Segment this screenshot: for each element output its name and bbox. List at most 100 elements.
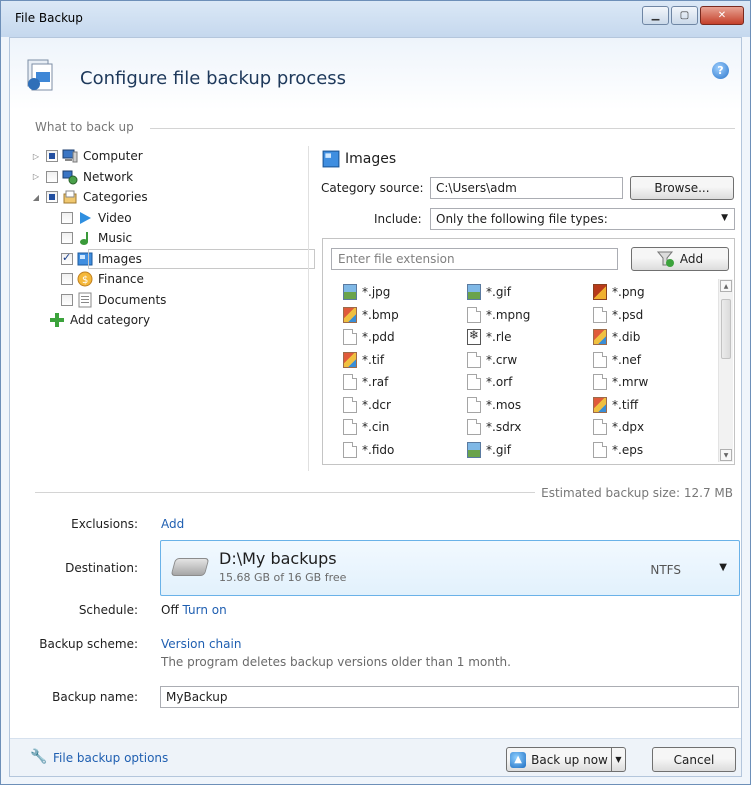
file-type-label: *.bmp: [362, 307, 399, 322]
expand-arrow-icon[interactable]: ▷: [30, 172, 42, 181]
file-type-label: *.raf: [362, 375, 389, 389]
category-source-field[interactable]: C:\Users\adm: [430, 177, 623, 199]
scrollbar-thumb[interactable]: [721, 299, 731, 359]
file-type-item[interactable]: *.orf: [467, 373, 512, 391]
file-type-icon: [467, 328, 481, 345]
category-title: Images: [322, 150, 396, 168]
file-types-panel: Enter file extension Add *.jpg *.gif *.png…: [322, 238, 735, 465]
checkbox-network[interactable]: [46, 170, 58, 183]
file-type-icon: [467, 351, 481, 368]
scroll-up-icon[interactable]: ▲: [720, 280, 732, 292]
file-type-item[interactable]: *.dpx: [593, 418, 644, 436]
file-type-item[interactable]: *.mrw: [593, 373, 648, 391]
file-type-item[interactable]: *.eps: [593, 441, 643, 459]
tree-item-music[interactable]: Music: [30, 228, 315, 249]
window-title: File Backup: [15, 11, 83, 25]
destination-selector[interactable]: D:\My backups 15.68 GB of 16 GB free NTF…: [160, 540, 740, 596]
file-backup-window: File Backup ▁ ▢ ✕ Configure file backup …: [0, 0, 751, 785]
file-type-icon: [467, 441, 481, 458]
backup-name-field[interactable]: MyBackup: [160, 686, 739, 708]
file-type-item[interactable]: *.tiff: [593, 396, 638, 414]
file-type-item[interactable]: *.crw: [467, 351, 517, 369]
scroll-down-icon[interactable]: ▼: [720, 449, 732, 461]
include-dropdown[interactable]: Only the following file types: ▼: [430, 208, 735, 230]
images-icon: [322, 150, 340, 168]
schedule-status: Off Turn on: [161, 603, 227, 617]
file-type-label: *.png: [612, 285, 645, 299]
file-type-item[interactable]: *.rle: [467, 328, 511, 346]
file-type-item[interactable]: *.gif: [467, 441, 511, 459]
checkbox-images[interactable]: [61, 251, 73, 265]
schedule-turn-on-link[interactable]: Turn on: [183, 603, 227, 617]
file-extension-input[interactable]: Enter file extension: [331, 248, 618, 270]
tree-item-network[interactable]: ▷ Network: [30, 167, 315, 188]
file-type-item[interactable]: *.jpg: [343, 283, 390, 301]
categories-icon: [63, 190, 77, 204]
file-type-item[interactable]: *.mpng: [467, 306, 530, 324]
file-type-item[interactable]: *.sdrx: [467, 418, 521, 436]
checkbox-video[interactable]: [61, 211, 73, 224]
schedule-label: Schedule:: [78, 603, 138, 617]
maximize-button[interactable]: ▢: [671, 6, 698, 25]
file-type-item[interactable]: *.png: [593, 283, 645, 301]
back-up-now-dropdown[interactable]: ▼: [611, 747, 626, 772]
file-type-icon: [593, 329, 607, 345]
checkbox-music[interactable]: [61, 232, 73, 245]
file-type-item[interactable]: *.dcr: [343, 396, 391, 414]
file-type-item[interactable]: *.dib: [593, 328, 640, 346]
file-type-label: *.tif: [362, 352, 385, 367]
file-type-icon: [593, 441, 607, 458]
checkbox-finance[interactable]: [61, 273, 73, 286]
exclusions-add-link[interactable]: Add: [161, 517, 184, 531]
tree-item-label: Finance: [98, 272, 144, 287]
file-type-item[interactable]: *.psd: [593, 306, 643, 324]
file-backup-options-link[interactable]: File backup options: [53, 751, 168, 765]
tree-item-label: Categories: [83, 190, 148, 205]
file-type-item[interactable]: *.cin: [343, 418, 389, 436]
file-type-icon: [343, 441, 357, 458]
computer-icon: [62, 149, 78, 163]
file-type-item[interactable]: *.tif: [343, 351, 384, 369]
add-category-link[interactable]: Add category: [30, 310, 315, 331]
tree-item-computer[interactable]: ▷ Computer: [30, 146, 315, 167]
close-button[interactable]: ✕: [700, 6, 744, 25]
back-up-now-button[interactable]: ▲ Back up now: [506, 747, 612, 772]
checkbox-documents[interactable]: [61, 293, 73, 306]
expand-arrow-icon[interactable]: ▷: [30, 152, 42, 161]
file-type-item[interactable]: *.raf: [343, 373, 388, 391]
upload-arrow-icon: ▲: [510, 751, 527, 768]
file-type-icon: [593, 374, 607, 390]
file-type-item[interactable]: *.mos: [467, 396, 521, 414]
checkbox-computer[interactable]: [46, 150, 58, 163]
file-type-item[interactable]: *.gif: [467, 283, 511, 301]
file-type-icon: [467, 396, 481, 413]
file-type-item[interactable]: *.pdd: [343, 328, 395, 346]
file-type-item[interactable]: *.nef: [593, 351, 641, 369]
browse-button[interactable]: Browse...: [630, 176, 734, 200]
file-type-icon: [343, 351, 357, 368]
collapse-arrow-icon[interactable]: ◢: [30, 193, 42, 202]
backup-scheme-link[interactable]: Version chain: [161, 637, 241, 651]
add-extension-button[interactable]: Add: [631, 247, 729, 271]
tree-item-categories[interactable]: ◢ Categories: [30, 187, 315, 208]
tree-item-documents[interactable]: Documents: [30, 290, 315, 311]
tree-item-finance[interactable]: $ Finance: [30, 269, 315, 290]
file-types-scrollbar[interactable]: ▲ ▼: [718, 279, 733, 462]
hard-drive-icon: [170, 558, 210, 576]
checkbox-categories[interactable]: [46, 191, 58, 204]
file-type-icon: [593, 351, 607, 368]
file-type-icon: [593, 284, 607, 300]
tree-item-video[interactable]: Video: [30, 208, 315, 229]
file-type-label: *.dpx: [612, 420, 645, 434]
title-bar[interactable]: File Backup ▁ ▢ ✕: [1, 1, 750, 37]
file-type-icon: [343, 374, 357, 390]
help-icon[interactable]: ?: [712, 62, 729, 79]
file-type-item[interactable]: *.fido: [343, 441, 394, 459]
backup-scheme-label: Backup scheme:: [39, 637, 138, 651]
tree-item-images[interactable]: Images: [30, 248, 315, 270]
file-type-item[interactable]: *.bmp: [343, 306, 399, 324]
file-type-label: *.gif: [486, 442, 511, 457]
cancel-button[interactable]: Cancel: [652, 747, 736, 772]
minimize-button[interactable]: ▁: [642, 6, 669, 25]
add-extension-label: Add: [679, 252, 704, 266]
